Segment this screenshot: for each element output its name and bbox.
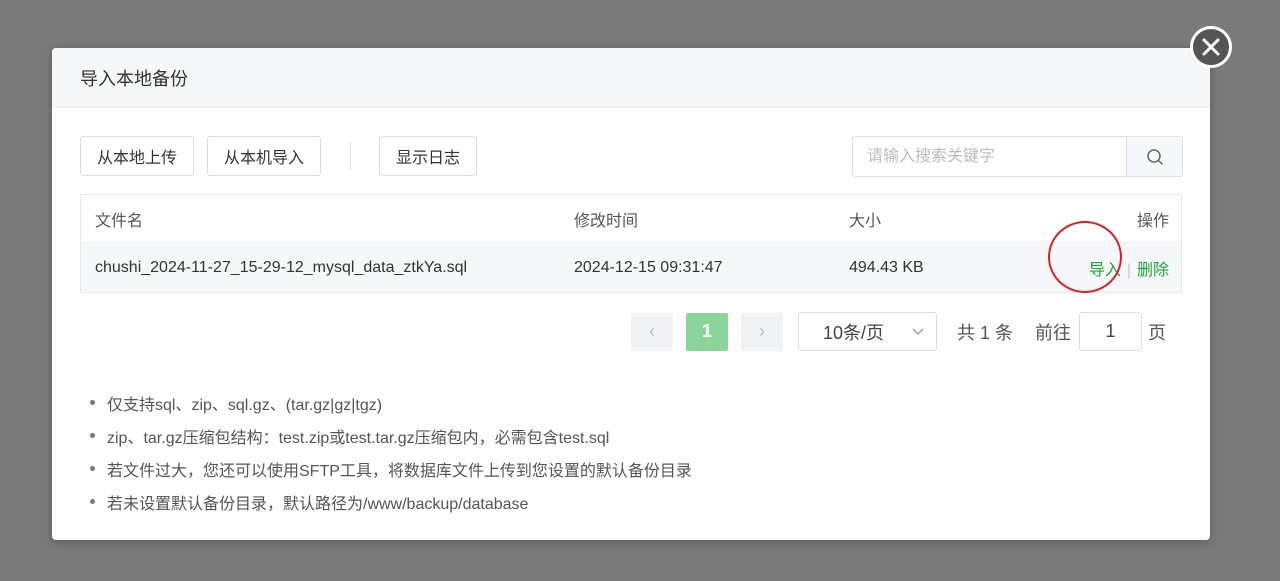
note-item: 仅支持sql、zip、sql.gz、(tar.gz|gz|tgz) xyxy=(90,386,692,419)
import-from-server-button[interactable]: 从本机导入 xyxy=(207,136,322,176)
show-log-button[interactable]: 显示日志 xyxy=(379,136,478,176)
notes-list: 仅支持sql、zip、sql.gz、(tar.gz|gz|tgz) zip、ta… xyxy=(90,386,692,518)
page-number-active[interactable]: 1 xyxy=(686,312,728,351)
search-input[interactable] xyxy=(853,137,1126,176)
table-row: chushi_2024-11-27_15-29-12_mysql_data_zt… xyxy=(81,243,1181,292)
header-operations: 操作 xyxy=(1136,212,1169,230)
note-item: 若文件过大，您还可以使用SFTP工具，将数据库文件上传到您设置的默认备份目录 xyxy=(90,452,692,485)
file-modified-time: 2024-12-15 09:31:47 xyxy=(574,258,723,276)
search-icon xyxy=(1146,148,1163,165)
file-size: 494.43 KB xyxy=(849,258,924,276)
upload-local-button[interactable]: 从本地上传 xyxy=(80,136,195,176)
chevron-down-icon xyxy=(912,328,924,335)
backup-table: 文件名 修改时间 大小 操作 chushi_2024-11-27_15-29-1… xyxy=(80,194,1182,293)
goto-label: 前往 xyxy=(1035,322,1072,343)
file-name: chushi_2024-11-27_15-29-12_mysql_data_zt… xyxy=(95,258,468,276)
toolbar: 从本地上传 从本机导入 显示日志 xyxy=(80,136,490,176)
delete-link[interactable]: 删除 xyxy=(1137,262,1169,279)
page-size-value: 10条/页 xyxy=(823,322,885,343)
dialog-title: 导入本地备份 xyxy=(80,68,188,89)
row-operations: 导入 | 删除 xyxy=(1059,256,1181,280)
close-icon xyxy=(1202,38,1220,56)
page-size-select[interactable]: 10条/页 xyxy=(798,312,937,351)
note-item: 若未设置默认备份目录，默认路径为/www/backup/database xyxy=(90,485,692,518)
note-item: zip、tar.gz压缩包结构：test.zip或test.tar.gz压缩包内… xyxy=(90,419,692,452)
goto-page-input[interactable]: 1 xyxy=(1079,312,1143,351)
close-button[interactable] xyxy=(1190,26,1232,68)
header-filename: 文件名 xyxy=(95,212,144,230)
import-link[interactable]: 导入 xyxy=(1089,262,1121,279)
pagination: ‹ 1 › 10条/页 共 1 条 前往 1 页 xyxy=(631,312,1166,351)
table-header: 文件名 修改时间 大小 操作 xyxy=(81,195,1181,243)
header-modified-time: 修改时间 xyxy=(574,212,639,230)
next-page-button[interactable]: › xyxy=(741,312,783,351)
toolbar-divider xyxy=(350,142,352,170)
prev-page-button[interactable]: ‹ xyxy=(631,312,673,351)
total-count: 共 1 条 xyxy=(957,322,1014,343)
search-box xyxy=(852,136,1183,177)
ops-separator: | xyxy=(1126,261,1131,279)
dialog-header: 导入本地备份 xyxy=(52,48,1210,108)
import-backup-dialog: 导入本地备份 从本地上传 从本机导入 显示日志 文件名 修改时间 大小 操作 c… xyxy=(52,48,1210,540)
search-button[interactable] xyxy=(1126,137,1182,176)
goto-suffix: 页 xyxy=(1148,322,1167,343)
header-size: 大小 xyxy=(849,212,882,230)
